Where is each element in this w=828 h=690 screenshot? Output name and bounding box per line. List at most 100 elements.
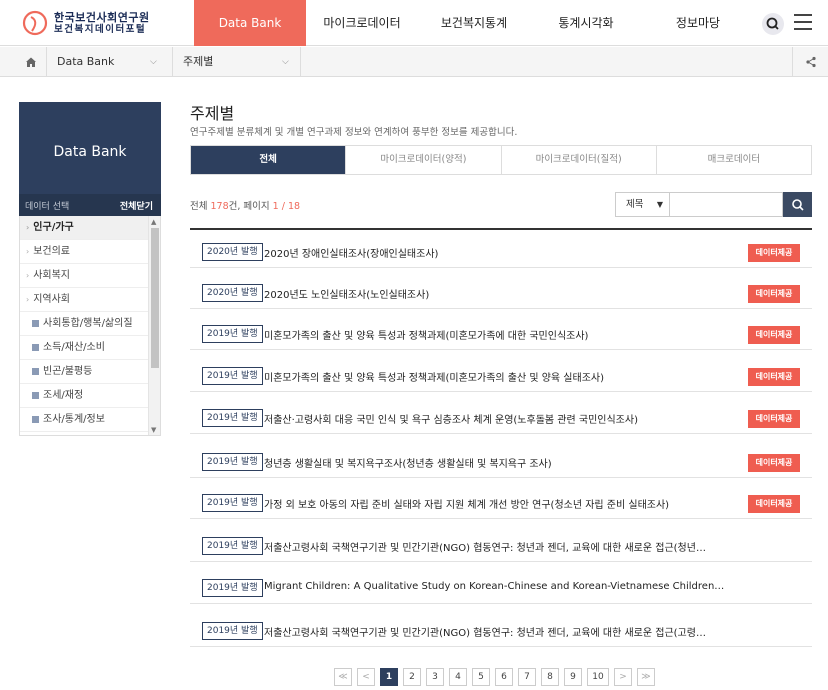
tab-macrodata[interactable]: 매크로데이터	[655, 146, 811, 174]
list-item[interactable]: 2019년 발행 미혼모가족의 출산 및 양육 특성과 정책과제(미혼모가족의 …	[190, 356, 812, 392]
breadcrumb-divider	[300, 47, 311, 77]
list-item-title[interactable]: 저출산·고령사회 대응 국민 인식 및 욕구 심층조사 체계 운영(노후돌봄 관…	[264, 411, 724, 426]
breadcrumb-level2[interactable]: 주제별	[172, 47, 300, 77]
page-button[interactable]: 1	[380, 668, 398, 686]
tab-all[interactable]: 전체	[191, 146, 346, 174]
list-item[interactable]: 2019년 발행 저출산고령사회 국책연구기관 및 민간기관(NGO) 협동연구…	[190, 526, 812, 562]
tab-microdata-quantitative[interactable]: 마이크로데이터(양적)	[345, 146, 500, 174]
search-field-select-value: 제목	[626, 199, 644, 210]
year-badge: 2019년 발행	[202, 367, 263, 385]
page-sep: /	[278, 201, 288, 212]
sidebar-item-population[interactable]: › 인구/가구	[20, 216, 148, 240]
page-button[interactable]: 3	[426, 668, 444, 686]
page-button[interactable]: 8	[541, 668, 559, 686]
list-item-title[interactable]: 청년층 생활실태 및 복지욕구조사(청년층 생활실태 및 복지욕구 조사)	[264, 455, 724, 470]
sidebar-item-tax[interactable]: 조세/재정	[20, 384, 148, 408]
search-field-select[interactable]: 제목 ▼	[615, 192, 670, 217]
page-button[interactable]: 4	[449, 668, 467, 686]
gnb-data-bank[interactable]: Data Bank	[194, 0, 306, 46]
list-item[interactable]: 2019년 발행 저출산·고령사회 대응 국민 인식 및 욕구 심층조사 체계 …	[190, 398, 812, 434]
list-item[interactable]: 2019년 발행 Migrant Children: A Qualitative…	[190, 568, 812, 604]
page-description: 연구주제별 분류체계 및 개별 연구과제 정보와 연계하여 풍부한 정보를 제공…	[190, 127, 518, 138]
data-provide-button[interactable]: 데이터제공	[748, 454, 800, 472]
first-page-button[interactable]: ≪	[334, 668, 352, 686]
page-total: 18	[287, 201, 301, 212]
site-logo[interactable]: 한국보건사회연구원 보건복지데이터포털	[22, 9, 150, 37]
list-item-title[interactable]: 2020년도 노인실태조사(노인실태조사)	[264, 286, 724, 301]
square-bullet-icon	[32, 319, 39, 327]
data-provide-button[interactable]: 데이터제공	[748, 244, 800, 262]
page-button[interactable]: 9	[564, 668, 582, 686]
list-item[interactable]: 2019년 발행 청년층 생활실태 및 복지욕구조사(청년층 생활실태 및 복지…	[190, 442, 812, 478]
page-title: 주제별	[190, 104, 235, 123]
sidebar-item-community[interactable]: › 지역사회	[20, 288, 148, 312]
page-button[interactable]: 7	[518, 668, 536, 686]
list-item[interactable]: 2019년 발행 미혼모가족의 출산 및 양육 특성과 정책과제(미혼모가족에 …	[190, 314, 812, 350]
chevron-down-icon: ⌵	[282, 57, 289, 67]
search-icon	[791, 198, 804, 211]
hamburger-menu-icon[interactable]	[794, 14, 812, 30]
list-item-title[interactable]: 2020년 장애인실태조사(장애인실태조사)	[264, 245, 724, 260]
list-item-title[interactable]: 가정 외 보호 아동의 자립 준비 실태와 자립 지원 체계 개선 방안 연구(…	[264, 496, 724, 511]
sidebar-item-poverty[interactable]: 빈곤/불평등	[20, 360, 148, 384]
year-badge: 2019년 발행	[202, 622, 263, 640]
page-button[interactable]: 6	[495, 668, 513, 686]
search-button[interactable]	[783, 192, 812, 217]
sidebar-item-welfare[interactable]: › 사회복지	[20, 264, 148, 288]
last-page-button[interactable]: ≫	[637, 668, 655, 686]
list-item[interactable]: 2020년 발행 2020년도 노인실태조사(노인실태조사) 데이터제공	[190, 273, 812, 309]
chevron-right-icon: ›	[26, 271, 30, 280]
sidebar-item-income[interactable]: 소득/재산/소비	[20, 336, 148, 360]
tab-microdata-qualitative[interactable]: 마이크로데이터(질적)	[500, 146, 656, 174]
sidebar-header: Data Bank	[19, 102, 161, 194]
logo-name-line1: 한국보건사회연구원	[54, 10, 150, 24]
list-item-title[interactable]: 미혼모가족의 출산 및 양육 특성과 정책과제(미혼모가족에 대한 국민인식조사…	[264, 327, 724, 342]
year-badge: 2019년 발행	[202, 409, 263, 427]
count-mid: 건, 페이지	[228, 201, 273, 212]
sidebar-item-social-integration[interactable]: 사회통합/행복/삶의질	[20, 312, 148, 336]
data-type-tabs: 전체 마이크로데이터(양적) 마이크로데이터(질적) 매크로데이터	[190, 145, 812, 175]
list-item-title[interactable]: Migrant Children: A Qualitative Study on…	[264, 581, 794, 592]
data-provide-button[interactable]: 데이터제공	[748, 285, 800, 303]
scroll-down-icon[interactable]: ▼	[151, 426, 156, 434]
header-search-button[interactable]	[762, 13, 784, 35]
list-item-title[interactable]: 저출산고령사회 국책연구기관 및 민간기관(NGO) 협동연구: 청년과 젠더,…	[264, 624, 794, 639]
page-button[interactable]: 5	[472, 668, 490, 686]
list-item-title[interactable]: 저출산고령사회 국책연구기관 및 민간기관(NGO) 협동연구: 청년과 젠더,…	[264, 539, 794, 554]
logo-name-line2: 보건복지데이터포털	[54, 23, 147, 35]
prev-page-button[interactable]: <	[357, 668, 375, 686]
page-button[interactable]: 2	[403, 668, 421, 686]
search-input[interactable]	[670, 192, 783, 217]
list-item-title[interactable]: 미혼모가족의 출산 및 양육 특성과 정책과제(미혼모가족의 출산 및 양육 실…	[264, 369, 724, 384]
data-provide-button[interactable]: 데이터제공	[748, 368, 800, 386]
sidebar-item-survey[interactable]: 조사/통계/정보	[20, 408, 148, 432]
list-item[interactable]: 2020년 발행 2020년 장애인실태조사(장애인실태조사) 데이터제공	[190, 232, 812, 268]
gnb-microdata[interactable]: 마이크로데이터	[306, 0, 418, 46]
main-navigation: Data Bank 마이크로데이터 보건복지통계 통계시각화 정보마당	[194, 0, 754, 46]
sidebar-select-label: 데이터 선택	[25, 202, 70, 212]
data-provide-button[interactable]: 데이터제공	[748, 410, 800, 428]
gnb-welfare-statistics[interactable]: 보건복지통계	[418, 0, 530, 46]
sidebar-category-list: › 인구/가구 › 보건의료 › 사회복지 › 지역사회 사회통합/행복/삶의질 소득/…	[19, 216, 161, 436]
list-item[interactable]: 2019년 발행 가정 외 보호 아동의 자립 준비 실태와 자립 지원 체계 …	[190, 483, 812, 519]
sidebar-item-label: 소득/재산/소비	[43, 342, 105, 353]
data-provide-button[interactable]: 데이터제공	[748, 495, 800, 513]
gnb-info-square[interactable]: 정보마당	[642, 0, 754, 46]
close-all-button[interactable]: 전체닫기	[120, 199, 153, 212]
data-provide-button[interactable]: 데이터제공	[748, 326, 800, 344]
sidebar-item-health[interactable]: › 보건의료	[20, 240, 148, 264]
page-button[interactable]: 10	[587, 668, 609, 686]
square-bullet-icon	[32, 415, 39, 423]
share-button[interactable]	[792, 47, 828, 77]
home-button[interactable]	[16, 47, 46, 77]
share-icon	[805, 56, 816, 68]
list-item[interactable]: 2019년 발행 저출산고령사회 국책연구기관 및 민간기관(NGO) 협동연구…	[190, 611, 812, 647]
gnb-statistics-visualization[interactable]: 통계시각화	[530, 0, 642, 46]
next-page-button[interactable]: >	[614, 668, 632, 686]
sidebar-scrollbar[interactable]: ▲ ▼	[148, 216, 160, 435]
square-bullet-icon	[32, 367, 39, 375]
scroll-up-icon[interactable]: ▲	[151, 218, 156, 226]
sidebar-item-label: 조사/통계/정보	[43, 414, 105, 425]
scrollbar-thumb[interactable]	[151, 228, 159, 368]
sidebar-title: Data Bank	[53, 144, 127, 160]
